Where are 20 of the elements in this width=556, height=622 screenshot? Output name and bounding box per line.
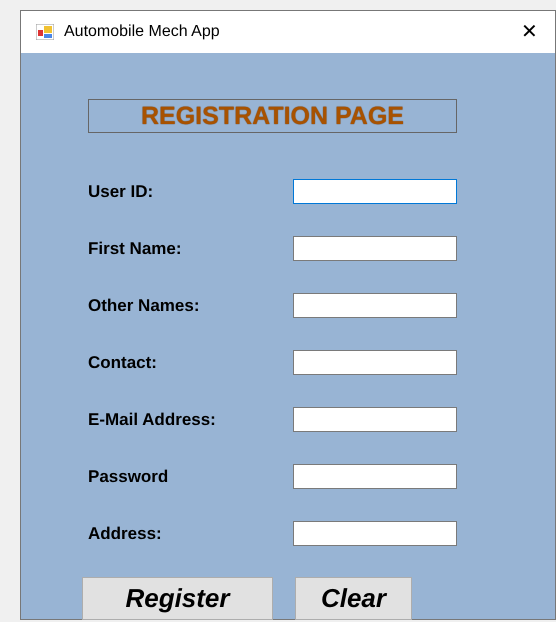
input-field[interactable] — [293, 521, 457, 546]
close-button[interactable]: ✕ — [521, 22, 540, 42]
window-title: Automobile Mech App — [64, 22, 220, 42]
page-heading: REGISTRATION PAGE — [88, 99, 457, 133]
action-button[interactable]: Clear — [295, 577, 412, 620]
input-field[interactable] — [293, 350, 457, 375]
app-icon — [36, 24, 54, 40]
field-label: Address: — [88, 522, 163, 545]
action-button[interactable]: Register — [82, 577, 273, 620]
input-field[interactable] — [293, 407, 457, 432]
field-label: E-Mail Address: — [88, 408, 217, 431]
input-field[interactable] — [293, 464, 457, 489]
field-label: User ID: — [88, 180, 154, 203]
input-field[interactable] — [293, 236, 457, 261]
field-label: Contact: — [88, 352, 158, 374]
field-label: Password — [88, 466, 170, 488]
input-field[interactable] — [293, 179, 457, 204]
field-label: Other Names: — [88, 294, 200, 317]
field-label: First Name: — [88, 238, 183, 260]
input-field[interactable] — [293, 293, 457, 318]
